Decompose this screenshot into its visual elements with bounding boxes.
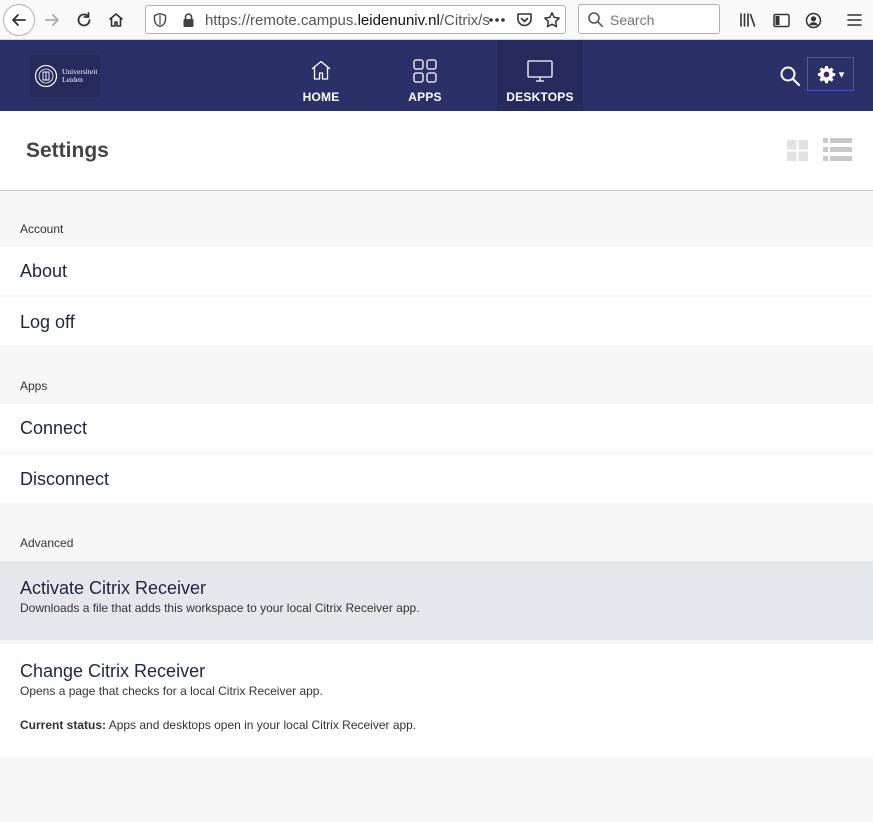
settings-item-description: Downloads a file that adds this workspac…	[20, 601, 420, 615]
more-horizontal-icon	[489, 18, 505, 22]
search-icon	[780, 66, 801, 87]
pocket-icon	[516, 13, 532, 27]
search-icon	[588, 12, 604, 28]
sidebar-button[interactable]	[771, 10, 791, 30]
settings-menu-button[interactable]: ▾	[807, 57, 854, 91]
receiver-status-value: Apps and desktops open in your local Cit…	[106, 718, 417, 732]
nav-home-label: HOME	[302, 90, 340, 104]
receiver-status: Current status: Apps and desktops open i…	[20, 718, 416, 732]
bookmark-star-button[interactable]	[542, 10, 562, 30]
search-placeholder: Search	[610, 12, 655, 28]
section-label-advanced: Advanced	[20, 536, 74, 550]
settings-item-title: Activate Citrix Receiver	[20, 578, 207, 598]
home-icon	[108, 13, 124, 27]
pocket-button[interactable]	[514, 11, 534, 29]
settings-item-title: Log off	[20, 312, 75, 332]
back-button[interactable]	[3, 4, 35, 36]
shield-icon	[153, 12, 167, 28]
settings-item-log-off[interactable]: Log off	[0, 298, 873, 345]
tile-view-button[interactable]	[786, 139, 808, 161]
settings-item-title: About	[20, 261, 68, 281]
home-icon	[311, 60, 331, 80]
arrow-left-icon	[12, 14, 26, 26]
nav-apps[interactable]: APPS	[398, 40, 452, 111]
settings-item-about[interactable]: About	[0, 247, 873, 294]
address-bar[interactable]: https://remote.campus.leidenuniv.nl/Citr…	[145, 5, 566, 34]
logo-text: Universiteit Leiden	[62, 68, 97, 84]
forward-button[interactable]	[36, 4, 68, 36]
menu-button[interactable]	[844, 10, 864, 30]
list-view-icon	[822, 137, 852, 161]
star-icon	[544, 12, 560, 28]
nav-apps-label: APPS	[408, 90, 442, 104]
url-prefix: https://remote.campus.	[205, 12, 358, 29]
account-icon	[805, 12, 821, 28]
settings-item-change-receiver[interactable]: Change Citrix Receiver Opens a page that…	[0, 644, 873, 757]
nav-desktops[interactable]: DESKTOPS	[497, 40, 583, 111]
nav-home[interactable]: HOME	[290, 40, 352, 111]
section-label-apps: Apps	[20, 379, 48, 393]
reload-button[interactable]	[68, 4, 100, 36]
settings-item-connect[interactable]: Connect	[0, 404, 873, 451]
settings-item-description: Opens a page that checks for a local Cit…	[20, 684, 323, 698]
logo-line-2: Leiden	[62, 75, 83, 84]
settings-item-activate-receiver[interactable]: Activate Citrix Receiver Downloads a fil…	[0, 561, 873, 640]
list-view-button[interactable]	[822, 137, 852, 161]
settings-item-title: Disconnect	[20, 469, 110, 489]
lock-icon	[183, 13, 194, 27]
section-label-account: Account	[20, 222, 64, 236]
url-text[interactable]: https://remote.campus.leidenuniv.nl/Citr…	[205, 12, 505, 29]
apps-grid-icon	[413, 59, 437, 83]
university-seal-icon	[34, 64, 58, 88]
settings-item-title: Change Citrix Receiver	[20, 661, 206, 681]
hamburger-menu-icon	[846, 14, 862, 26]
url-host: leidenuniv.nl	[357, 12, 440, 29]
settings-item-disconnect[interactable]: Disconnect	[0, 455, 873, 502]
gear-icon	[817, 65, 835, 83]
sidebar-icon	[772, 13, 790, 27]
settings-item-title: Connect	[20, 418, 88, 438]
library-button[interactable]	[738, 10, 758, 30]
university-logo[interactable]: Universiteit Leiden	[30, 55, 100, 97]
browser-toolbar: https://remote.campus.leidenuniv.nl/Citr…	[0, 0, 873, 40]
page-title-bar: Settings	[0, 111, 873, 191]
browser-search-input[interactable]: Search	[578, 4, 720, 34]
url-suffix: /Citrix/s	[439, 12, 490, 29]
desktop-monitor-icon	[527, 60, 553, 82]
grid-view-icon	[786, 139, 808, 161]
account-button[interactable]	[803, 10, 823, 30]
nav-desktops-label: DESKTOPS	[506, 90, 574, 104]
library-icon	[740, 13, 756, 27]
app-header: Universiteit Leiden HOME APPS DESKTOPS ▾	[0, 40, 873, 111]
arrow-right-icon	[45, 14, 59, 26]
store-search-button[interactable]	[778, 64, 802, 88]
receiver-status-label: Current status:	[20, 718, 107, 732]
page-actions-button[interactable]	[486, 12, 508, 28]
home-button[interactable]	[100, 4, 132, 36]
caret-down-icon: ▾	[838, 68, 845, 81]
page-title: Settings	[26, 139, 109, 162]
reload-icon	[77, 12, 91, 27]
